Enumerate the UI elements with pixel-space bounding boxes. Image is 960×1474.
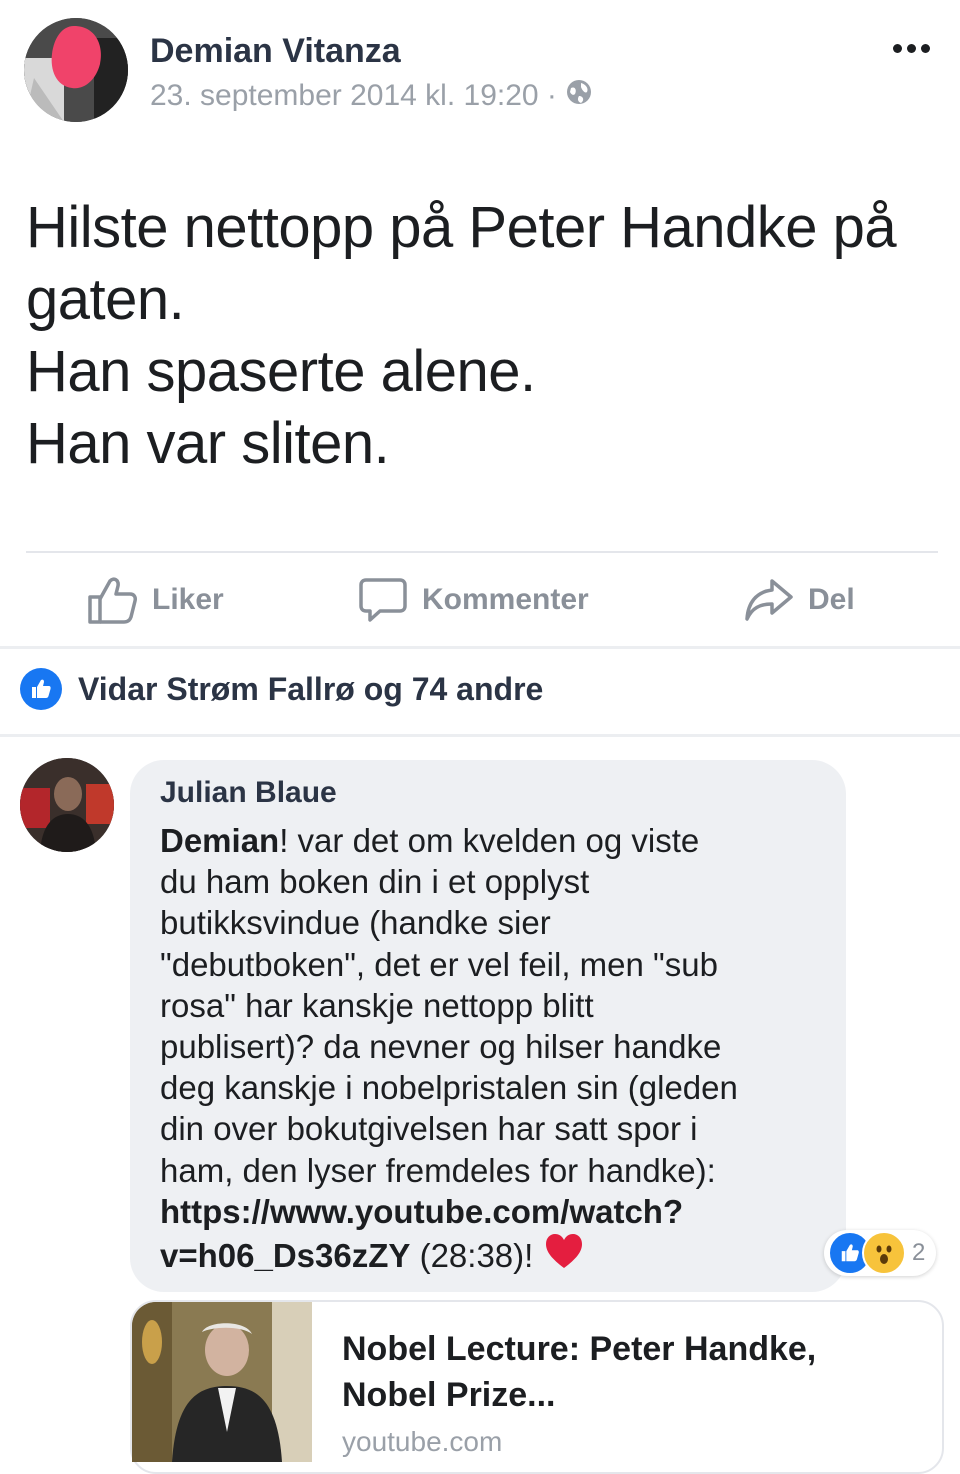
divider <box>26 551 938 553</box>
comment-line-text: publisert)? da nevner og hilser handke <box>160 1028 722 1066</box>
like-button-label: Liker <box>152 583 224 616</box>
heart-icon <box>544 1232 584 1279</box>
share-button-label: Del <box>808 583 855 616</box>
comment-line-text: (28:38)! <box>410 1237 543 1275</box>
comment-line: "debutboken", det er vel feil, men "sub <box>160 944 840 985</box>
mention-link[interactable]: Demian <box>160 822 279 859</box>
reactions-summary[interactable]: Vidar Strøm Fallrø og 74 andre <box>20 668 543 710</box>
comment-line-text: butikksvindue (handke sier <box>160 904 551 942</box>
share-button[interactable]: Del <box>744 570 855 630</box>
comment-line: publisert)? da nevner og hilser handke <box>160 1026 840 1067</box>
link-preview-domain: youtube.com <box>342 1426 503 1457</box>
post-text-line: Hilste nettopp på Peter Handke på <box>26 195 897 260</box>
more-options-icon[interactable] <box>893 44 930 53</box>
divider <box>0 646 960 649</box>
post-text-line: Han spaserte alene. <box>26 339 536 404</box>
commenter-avatar[interactable] <box>20 758 114 852</box>
comment-line: ham, den lyser fremdeles for handke): <box>160 1150 840 1191</box>
link-title-line: Nobel Lecture: Peter Handke, <box>342 1330 817 1368</box>
post-text-line: gaten. <box>26 267 185 332</box>
comment-url-link[interactable]: v=h06_Ds36zZY <box>160 1235 410 1276</box>
share-icon <box>745 579 793 621</box>
comment-line-text: rosa" har kanskje nettopp blitt <box>160 986 594 1024</box>
comment-line-text: deg kanskje i nobelpristalen sin (gleden <box>160 1069 738 1107</box>
comment-line: rosa" har kanskje nettopp blitt <box>160 985 840 1026</box>
post-text: Hilste nettopp på Peter Handke på gaten.… <box>26 192 936 480</box>
comment-line-text: "debutboken", det er vel feil, men "sub <box>160 945 718 983</box>
post-timestamp[interactable]: 23. september 2014 kl. 19:20 · <box>150 78 593 114</box>
comment-line-text: ham, den lyser fremdeles for handke): <box>160 1151 716 1189</box>
like-button[interactable]: Liker <box>86 570 224 630</box>
divider <box>0 734 960 737</box>
comment-line: https://www.youtube.com/watch? <box>160 1191 840 1232</box>
comment-author-name[interactable]: Julian Blaue <box>160 776 337 810</box>
comment-line: v=h06_Ds36zZY (28:38)! <box>160 1232 840 1279</box>
comment-icon <box>359 578 407 622</box>
link-title-line: Nobel Prize... <box>342 1376 556 1414</box>
comment-line: deg kanskje i nobelpristalen sin (gleden <box>160 1067 840 1108</box>
thumbs-up-icon <box>88 577 137 624</box>
comment-line-text: din over bokutgivelsen har satt spor i <box>160 1110 698 1148</box>
globe-icon <box>565 78 593 114</box>
comment-reactions[interactable]: 2 <box>824 1230 936 1276</box>
like-reaction-icon <box>20 668 62 710</box>
comment-line: du ham boken din i et opplyst <box>160 861 840 902</box>
comment-button-label: Kommenter <box>422 583 589 616</box>
link-preview-title[interactable]: Nobel Lecture: Peter Handke, Nobel Prize… <box>342 1326 922 1418</box>
reaction-count: 2 <box>912 1239 926 1266</box>
reactions-summary-text: Vidar Strøm Fallrø og 74 andre <box>78 670 544 707</box>
comment-url-link[interactable]: https://www.youtube.com/watch? <box>160 1193 683 1230</box>
comment-line: butikksvindue (handke sier <box>160 902 840 943</box>
post-author-name[interactable]: Demian Vitanza <box>150 32 401 71</box>
video-thumbnail[interactable] <box>132 1302 312 1462</box>
comment-line: Demian! var det om kvelden og viste <box>160 820 840 861</box>
author-avatar[interactable] <box>24 18 128 122</box>
wow-reaction-icon <box>862 1231 906 1275</box>
comment-text: Demian! var det om kvelden og viste du h… <box>160 820 840 1279</box>
comment-button[interactable]: Kommenter <box>358 570 589 630</box>
comment-line-text: ! var det om kvelden og viste <box>279 822 700 859</box>
comment-line-text: du ham boken din i et opplyst <box>160 863 590 901</box>
post-timestamp-text: 23. september 2014 kl. 19:20 · <box>150 79 557 112</box>
comment-line: din over bokutgivelsen har satt spor i <box>160 1108 840 1149</box>
post-text-line: Han var sliten. <box>26 411 390 476</box>
